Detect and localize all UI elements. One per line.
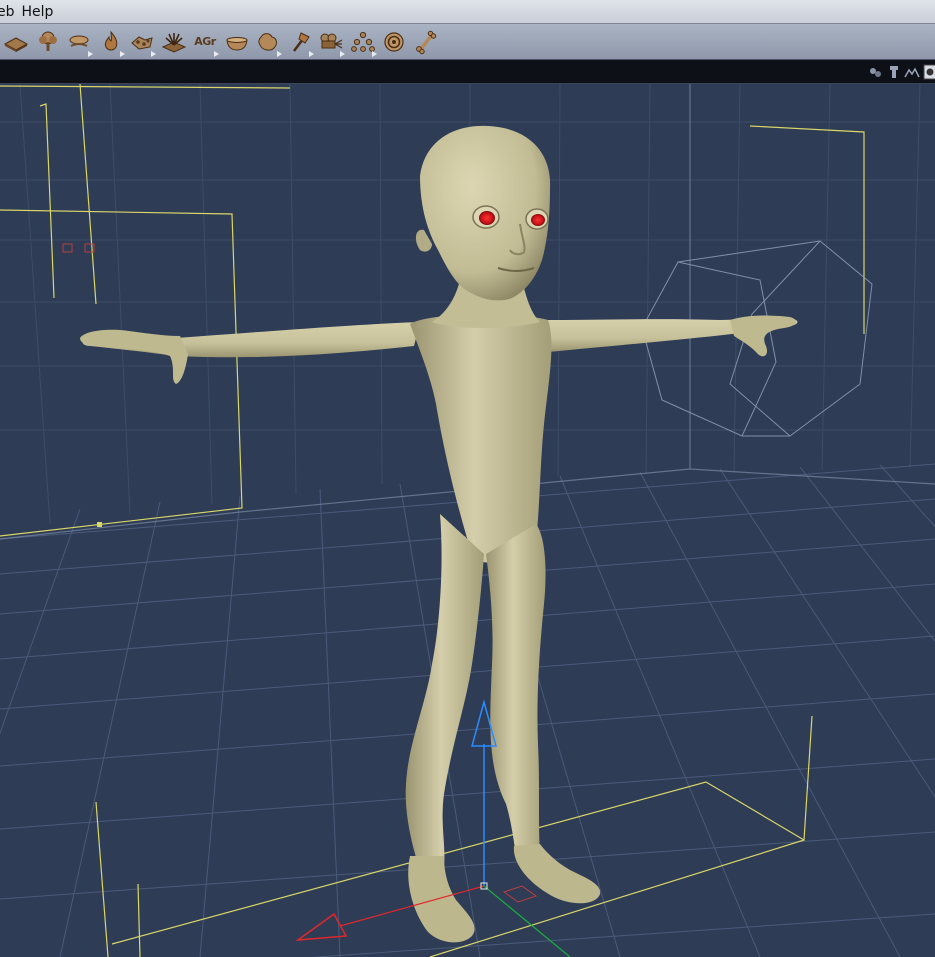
right-foot [513, 844, 601, 904]
viewport-hands-control[interactable] [867, 64, 883, 80]
camera-light-tool-button[interactable] [316, 27, 346, 57]
menu-web[interactable]: eb [0, 0, 22, 24]
blob-tool-button[interactable] [253, 27, 283, 57]
fire-tool-button[interactable] [96, 27, 126, 57]
text-tool-button[interactable]: AGr [190, 27, 220, 57]
viewport-camera-stack-control[interactable] [886, 64, 902, 80]
bowl-tool-button[interactable] [222, 27, 252, 57]
hierarchy-tool-button[interactable] [348, 27, 378, 57]
menu-help[interactable]: Help [22, 0, 61, 24]
right-leg [486, 524, 546, 854]
application-window: eb Help AGr [0, 0, 935, 957]
flyout-indicator [308, 50, 314, 57]
plant-icon [161, 32, 186, 53]
ground-plane-tool-button[interactable] [1, 27, 31, 57]
left-hand [80, 329, 188, 384]
flyout-indicator [119, 50, 125, 57]
flyout-indicator [151, 50, 156, 57]
text-tool-label: AGr [194, 35, 216, 48]
left-leg [405, 514, 484, 866]
viewport-scene [0, 84, 935, 957]
viewport-figure-pose-control[interactable] [904, 64, 920, 80]
left-iris [479, 211, 495, 225]
render-icon [923, 64, 935, 80]
figure-pose-icon [904, 67, 920, 78]
target-icon [384, 31, 404, 52]
ground-plane-icon [3, 36, 29, 52]
xz-plane-marker[interactable] [502, 885, 538, 903]
flyout-indicator [371, 50, 377, 57]
menu-bar: eb Help [0, 0, 935, 24]
right-hand [730, 315, 797, 357]
viewport-render-control[interactable] [922, 64, 935, 80]
right-iris [531, 214, 545, 226]
rocks-tool-button[interactable] [127, 27, 157, 57]
red-marker [62, 243, 73, 253]
bowl-icon [225, 36, 248, 51]
3d-viewport[interactable] [0, 84, 935, 957]
torch-tool-button[interactable] [285, 27, 315, 57]
bone-icon [415, 30, 436, 54]
tree-tool-button[interactable] [33, 27, 63, 57]
flyout-indicator [340, 50, 345, 57]
camera-stack-icon [890, 66, 898, 78]
viewport-header [0, 60, 935, 84]
hands-icon [870, 68, 881, 77]
ear [415, 229, 432, 252]
bone-tool-button[interactable] [411, 27, 441, 57]
terrain-tool-button[interactable] [64, 27, 94, 57]
flyout-indicator [214, 50, 219, 57]
flyout-indicator [88, 50, 93, 57]
plant-tool-button[interactable] [159, 27, 189, 57]
flyout-indicator [277, 50, 282, 57]
bbox-handle[interactable] [97, 522, 102, 527]
object-toolbar: AGr [0, 24, 935, 60]
target-tool-button[interactable] [379, 27, 409, 57]
tree-icon [38, 31, 57, 51]
torso [410, 314, 552, 563]
